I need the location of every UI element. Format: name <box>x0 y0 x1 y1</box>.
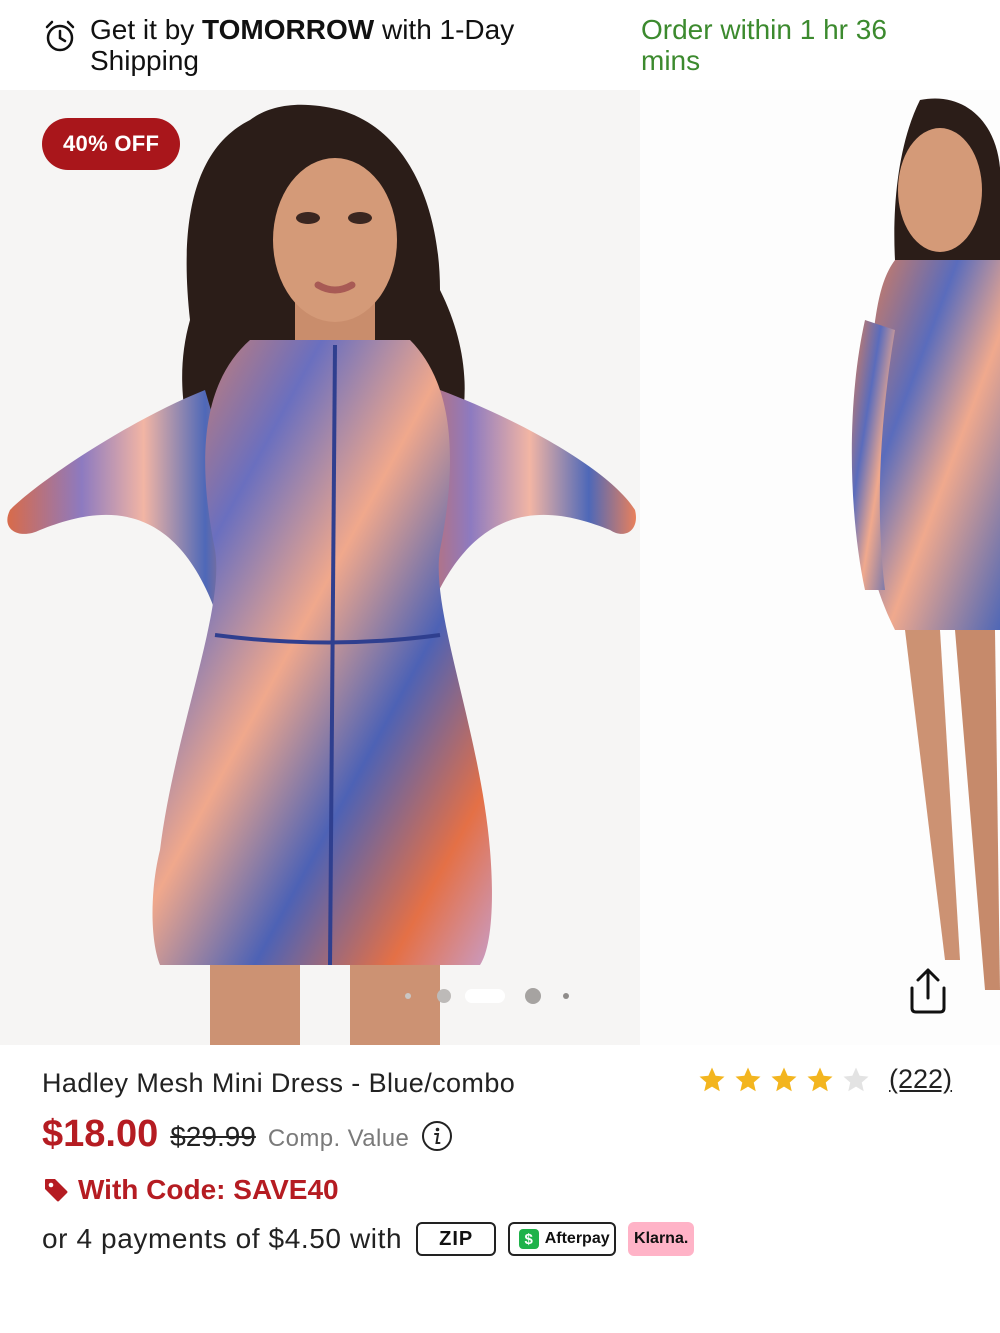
afterpay-logo[interactable]: $ Afterpay <box>508 1222 617 1256</box>
star-icon-filled <box>807 1067 833 1091</box>
product-image-main[interactable]: 40% OFF <box>0 90 640 1045</box>
sale-price: $18.00 <box>42 1113 159 1155</box>
product-title: Hadley Mesh Mini Dress - Blue/combo <box>42 1068 516 1098</box>
alarm-clock-icon <box>45 20 75 52</box>
order-cutoff-text: Order within 1 hr 36 mins <box>641 14 887 76</box>
share-icon[interactable] <box>900 962 956 1018</box>
comp-value-label: Comp. Value <box>267 1125 410 1152</box>
product-photo-side <box>851 98 1000 990</box>
carousel-dots[interactable] <box>405 987 569 1005</box>
star-icon-filled <box>771 1067 797 1091</box>
carousel-dot-1[interactable] <box>405 993 411 999</box>
shipping-highlight: TOMORROW <box>202 14 375 45</box>
carousel-dot-4[interactable] <box>525 988 541 1004</box>
installment-text: or 4 payments of $4.50 with <box>42 1223 403 1254</box>
info-icon[interactable] <box>421 1120 453 1152</box>
promo-code-text: With Code: SAVE40 <box>78 1174 339 1205</box>
zip-logo[interactable]: ZIP <box>416 1222 497 1256</box>
promo-code-row: With Code: SAVE40 <box>42 1174 339 1206</box>
product-image-next[interactable] <box>640 90 1000 1045</box>
star-icon-filled <box>699 1067 725 1091</box>
price-row: $18.00 $29.99 Comp. Value <box>42 1113 453 1156</box>
star-icon-filled <box>735 1067 761 1091</box>
discount-badge: 40% OFF <box>42 118 181 170</box>
shipping-message: Get it by TOMORROW with 1-Day Shipping <box>90 14 515 76</box>
carousel-dot-5[interactable] <box>563 993 569 999</box>
klarna-logo[interactable]: Klarna. <box>628 1222 695 1256</box>
shipping-banner: Get it by TOMORROW with 1-Day Shipping O… <box>0 0 1000 90</box>
review-count-link[interactable]: (222) <box>889 1064 952 1095</box>
star-icon-empty <box>843 1067 869 1091</box>
price-tag-icon <box>45 1179 68 1202</box>
original-price: $29.99 <box>170 1121 256 1152</box>
carousel-dot-2[interactable] <box>437 989 451 1003</box>
carousel-dot-3[interactable] <box>465 989 505 1003</box>
dollar-icon: $ <box>518 1229 539 1249</box>
installment-row: or 4 payments of $4.50 with ZIP $ Afterpa… <box>42 1222 706 1256</box>
product-rating[interactable]: (222) <box>697 1064 952 1095</box>
product-image-carousel[interactable]: 40% OFF <box>0 90 1000 1045</box>
product-photo-front <box>7 104 636 1045</box>
